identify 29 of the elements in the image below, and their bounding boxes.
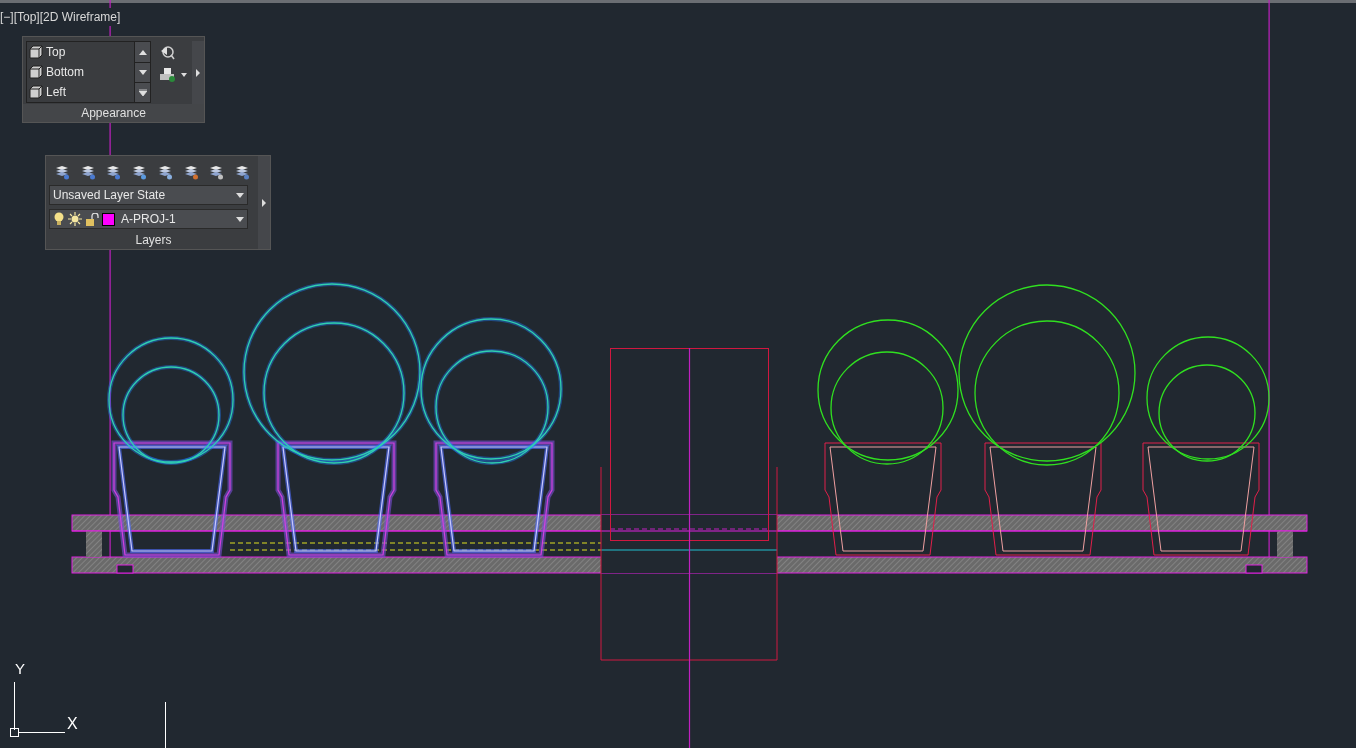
caret-icon (236, 192, 244, 198)
layer-color-swatch[interactable] (102, 212, 115, 226)
panel-title: Layers (134, 232, 173, 249)
layer-dropdown[interactable]: A-PROJ-1 (49, 209, 248, 229)
view-list-item[interactable]: Left (27, 82, 134, 102)
scroll-down-icon[interactable] (138, 70, 147, 75)
panel-title: Appearance (23, 104, 204, 122)
ucs-axis-icon (10, 681, 66, 737)
expand-icon[interactable] (138, 89, 147, 96)
sun-icon[interactable] (68, 212, 82, 226)
cube-icon (29, 85, 43, 99)
scroll-up-icon[interactable] (138, 49, 147, 55)
view-list-item[interactable]: Bottom (27, 62, 134, 82)
cursor-line (165, 701, 166, 748)
cube-icon (29, 45, 43, 59)
panel-expand-icon[interactable] (262, 198, 266, 207)
cube-icon (29, 65, 43, 79)
caret-icon (236, 216, 244, 222)
unlocked-padlock-icon[interactable] (85, 212, 99, 226)
layer-state-dropdown[interactable]: Unsaved Layer State (49, 185, 248, 205)
viewport-label[interactable]: [−][Top][2D Wireframe] (0, 8, 121, 26)
view-list-item[interactable]: Top (27, 42, 134, 62)
ucs-y-label: Y (15, 661, 25, 676)
scroll-bar[interactable] (134, 42, 150, 102)
panel-expand-icon[interactable] (196, 68, 200, 77)
light-bulb-icon[interactable] (53, 212, 65, 226)
printer-icon[interactable] (159, 67, 177, 83)
ucs-x-label: X (67, 716, 78, 732)
caret-icon[interactable] (181, 73, 187, 77)
